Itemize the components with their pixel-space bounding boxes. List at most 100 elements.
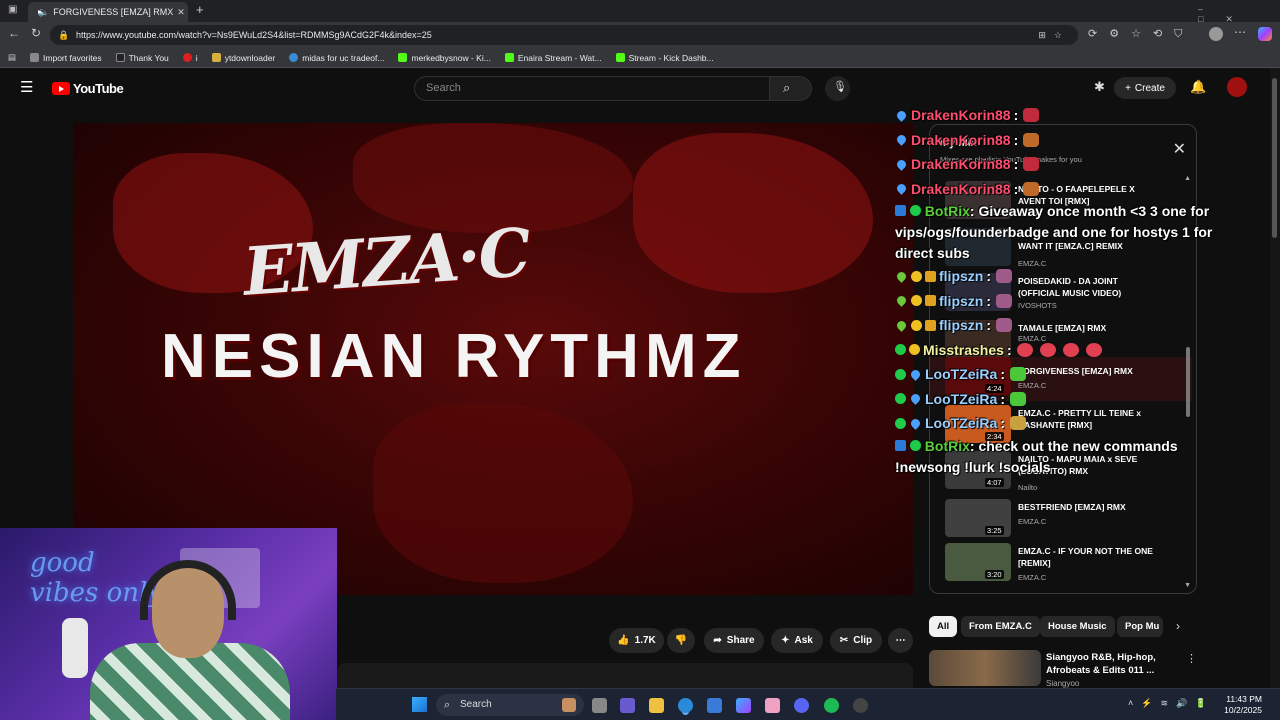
- browser-address-bar: ← ↻ 🔒 https://www.youtube.com/watch?v=Ns…: [0, 22, 1280, 48]
- verified-badge-icon: [895, 368, 906, 380]
- scroll-thumb[interactable]: [1272, 78, 1277, 238]
- hamburger-menu-icon[interactable]: ☰: [20, 78, 33, 96]
- badge-icon: [909, 344, 920, 356]
- chip-house-music[interactable]: House Music: [1040, 616, 1115, 637]
- voice-search-button[interactable]: 🎙: [825, 76, 850, 101]
- folder-icon: [211, 53, 221, 62]
- bookmark-item[interactable]: Stream - Kick Dashb...: [615, 53, 714, 63]
- reload-icon[interactable]: ↻: [31, 26, 41, 40]
- back-icon[interactable]: ←: [8, 26, 20, 40]
- verified-badge-icon: [895, 393, 906, 405]
- playlist-item[interactable]: 3:25 BESTFRIEND [EMZA] RMX EMZA.C: [945, 499, 1185, 545]
- share-button[interactable]: ➦ Share: [704, 628, 764, 653]
- chat-message: LooTZeiRa:: [895, 387, 1235, 412]
- heart-emote-icon: [1039, 342, 1056, 357]
- microphone: [62, 618, 88, 678]
- taskbar-clock[interactable]: 11:43 PM 10/2/2025: [1224, 694, 1262, 716]
- lock-icon[interactable]: 🔒: [58, 25, 69, 45]
- bookmark-favicon-icon: [115, 53, 125, 62]
- task-view-icon[interactable]: [592, 698, 607, 713]
- bookmark-item[interactable]: merkedbysnow - Ki...: [398, 53, 491, 63]
- kick-icon: [398, 53, 408, 62]
- search-button[interactable]: ⌕: [770, 76, 812, 101]
- more-actions-button[interactable]: ⋯: [888, 628, 913, 653]
- notifications-bell-icon[interactable]: 🔔: [1190, 79, 1206, 95]
- emote-icon: [1010, 416, 1027, 431]
- browser-tab[interactable]: 🔈 FORGIVENESS [EMZA] RMX ✕: [28, 2, 188, 22]
- more-icon: ⋯: [895, 635, 906, 646]
- chat-message: DrakenKorin88:: [895, 128, 1235, 153]
- emote-icon: [1010, 367, 1027, 382]
- teams-icon[interactable]: [620, 698, 635, 713]
- playlist-item[interactable]: 3:20 EMZA.C - IF YOUR NOT THE ONE [REMIX…: [945, 543, 1185, 589]
- bookmark-item[interactable]: i: [182, 53, 198, 63]
- copilot-icon[interactable]: [736, 698, 751, 713]
- chip-from-emza[interactable]: From EMZA.C: [961, 616, 1040, 637]
- favorite-star-icon[interactable]: ⊞☆: [1038, 25, 1070, 45]
- bookmark-item[interactable]: Import favorites: [30, 53, 102, 63]
- photos-icon[interactable]: [765, 698, 780, 713]
- page-scrollbar[interactable]: [1270, 68, 1280, 688]
- scroll-down-icon[interactable]: ▼: [1184, 582, 1191, 589]
- recommendation-thumbnail[interactable]: [929, 650, 1041, 686]
- window-menu-icon[interactable]: ▣: [8, 4, 17, 15]
- microphone-icon: 🎙: [833, 81, 847, 93]
- edge-browser-icon[interactable]: [678, 698, 693, 713]
- chat-message: flipszn:: [895, 313, 1235, 338]
- bookmark-item[interactable]: Thank You: [115, 53, 169, 63]
- bookmark-item[interactable]: ytdownloader: [211, 53, 275, 63]
- spotify-icon[interactable]: [824, 698, 839, 713]
- bookmark-item[interactable]: Enaira Stream - Wat...: [504, 53, 602, 63]
- system-tray-icons[interactable]: ˄⚡≋🔊🔋: [1128, 698, 1214, 709]
- dislike-button[interactable]: 👎: [667, 628, 695, 653]
- app-icon[interactable]: [853, 698, 868, 713]
- recommendation-title[interactable]: Siangyoo R&B, Hip-hop, Afrobeats & Edits…: [1046, 651, 1176, 677]
- plus-icon: +: [1125, 82, 1131, 94]
- badge-icon: [911, 319, 922, 331]
- clip-button[interactable]: ✂ Clip: [830, 628, 882, 653]
- file-explorer-icon[interactable]: [649, 698, 664, 713]
- kick-icon: [504, 53, 514, 62]
- bot-badge-icon: [895, 205, 906, 216]
- store-icon[interactable]: [707, 698, 722, 713]
- verified-badge-icon: [895, 417, 906, 429]
- chip-pop-music[interactable]: Pop Mu: [1117, 616, 1163, 637]
- emote-icon: [1010, 391, 1027, 406]
- user-avatar[interactable]: [1227, 77, 1247, 97]
- chat-message: DrakenKorin88:: [895, 177, 1235, 202]
- chat-message: DrakenKorin88:: [895, 103, 1235, 128]
- create-button[interactable]: + Create: [1114, 77, 1176, 99]
- search-input[interactable]: Search: [414, 76, 770, 101]
- browser-extension-icons[interactable]: ⟳⚙☆⟲⛉: [1088, 27, 1194, 41]
- globe-icon: [289, 53, 299, 62]
- heart-emote-icon: [1062, 342, 1079, 357]
- bookmark-item[interactable]: midas for uc tradeof...: [289, 53, 384, 63]
- video-player[interactable]: EMZA·C NESIAN RYTHMZ: [73, 123, 913, 595]
- browser-tab-bar: ▣ 🔈 FORGIVENESS [EMZA] RMX ✕ + –□✕: [0, 0, 1280, 24]
- chat-message: BotRix: Giveaway once month <3 3 one for…: [895, 203, 1213, 261]
- copilot-icon[interactable]: [1258, 27, 1272, 41]
- discord-icon[interactable]: [794, 698, 809, 713]
- url-field[interactable]: 🔒 https://www.youtube.com/watch?v=Ns9EWu…: [50, 25, 1078, 45]
- new-tab-icon[interactable]: +: [196, 2, 204, 17]
- youtube-logo[interactable]: YouTube: [52, 81, 124, 96]
- like-button[interactable]: 👍 1.7K: [609, 628, 664, 653]
- taskbar-search-input[interactable]: ⌕ Search: [436, 694, 584, 716]
- share-icon: ➦: [713, 635, 722, 646]
- chip-all[interactable]: All: [929, 616, 958, 637]
- windows-start-icon[interactable]: [412, 697, 427, 712]
- extension-gear-icon[interactable]: ✱: [1094, 79, 1105, 95]
- chat-message: DrakenKorin88:: [895, 152, 1235, 177]
- profile-avatar-icon[interactable]: [1209, 27, 1223, 41]
- description-box[interactable]: [337, 663, 913, 688]
- ask-button[interactable]: ✦ Ask: [771, 628, 823, 653]
- close-tab-icon[interactable]: ✕: [177, 7, 185, 18]
- chevron-right-icon[interactable]: ›: [1176, 619, 1180, 633]
- sidebar-toggle-icon[interactable]: ▤: [8, 52, 16, 63]
- emote-icon: [1023, 157, 1040, 172]
- search-highlight-icon: [562, 698, 576, 712]
- kebab-menu-icon[interactable]: ⋮: [1186, 652, 1197, 665]
- more-menu-icon[interactable]: ⋯: [1234, 25, 1246, 39]
- webcam-overlay: good vibes only: [0, 528, 337, 720]
- emote-icon: [996, 293, 1013, 308]
